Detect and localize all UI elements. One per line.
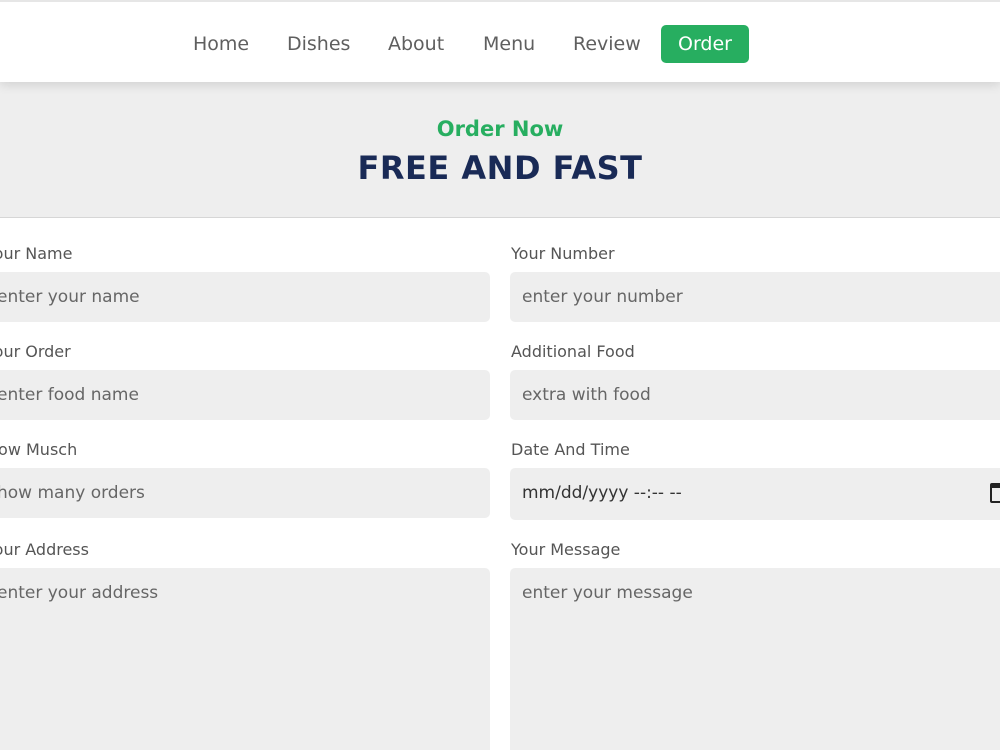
number-input[interactable]: enter your number (510, 272, 1000, 322)
nav-menu[interactable]: Menu (483, 30, 535, 58)
additional-placeholder: extra with food (522, 385, 651, 405)
order-input[interactable]: enter food name (0, 370, 490, 420)
name-input[interactable]: enter your name (0, 272, 490, 322)
address-textarea[interactable]: enter your address (0, 568, 490, 750)
order-heading-section: Order Now FREE AND FAST (0, 82, 1000, 218)
quantity-input[interactable]: how many orders (0, 468, 490, 518)
number-label: Your Number (511, 244, 615, 263)
datetime-value: mm/dd/yyyy --:-- -- (522, 483, 682, 503)
section-subtitle: Order Now (436, 117, 564, 141)
calendar-icon[interactable] (990, 483, 1000, 503)
datetime-label: Date And Time (511, 440, 630, 459)
additional-label: Additional Food (511, 342, 635, 361)
order-form: Your Name enter your name Your Number en… (0, 219, 1000, 750)
order-label: Your Order (0, 342, 71, 361)
name-label: Your Name (0, 244, 73, 263)
nav-home[interactable]: Home (193, 30, 249, 58)
section-title: FREE AND FAST (357, 149, 643, 187)
message-label: Your Message (511, 540, 621, 559)
nav-about[interactable]: About (388, 30, 444, 58)
name-placeholder: enter your name (0, 287, 140, 307)
quantity-label: How Musch (0, 440, 78, 459)
address-label: Your Address (0, 540, 89, 559)
message-textarea[interactable]: enter your message (510, 568, 1000, 750)
nav-order-button[interactable]: Order (661, 25, 749, 63)
quantity-placeholder: how many orders (0, 483, 145, 503)
nav-dishes[interactable]: Dishes (287, 30, 350, 58)
nav-review[interactable]: Review (573, 30, 641, 58)
order-placeholder: enter food name (0, 385, 139, 405)
datetime-input[interactable]: mm/dd/yyyy --:-- -- (510, 468, 1000, 520)
address-placeholder: enter your address (0, 583, 159, 603)
message-placeholder: enter your message (522, 583, 693, 603)
additional-input[interactable]: extra with food (510, 370, 1000, 420)
top-navbar: Home Dishes About Menu Review Order (0, 0, 1000, 82)
number-placeholder: enter your number (522, 287, 683, 307)
